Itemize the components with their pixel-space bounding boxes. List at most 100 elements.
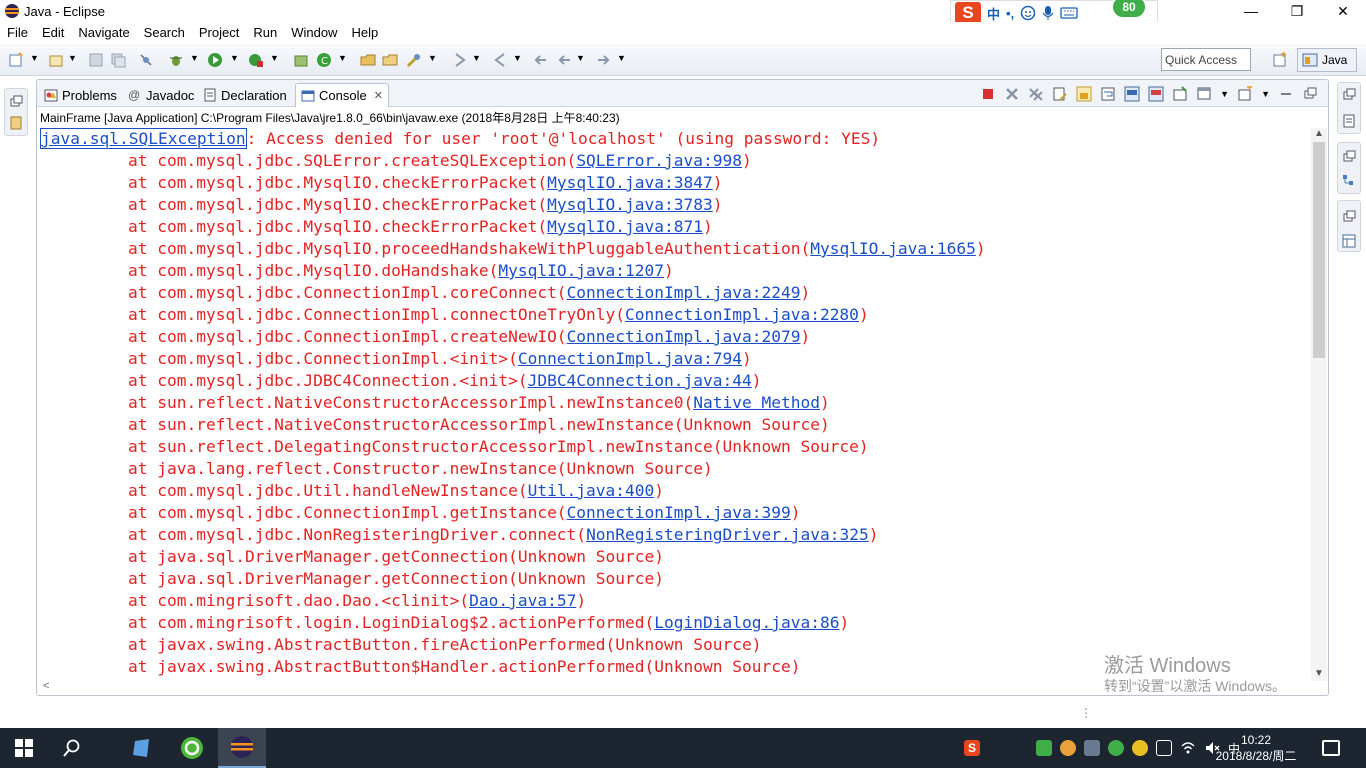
restore-view-icon[interactable] xyxy=(8,94,24,110)
next-annotation-dropdown-icon[interactable]: ▼ xyxy=(472,53,481,63)
menu-search[interactable]: Search xyxy=(137,25,192,40)
open-type-icon[interactable] xyxy=(360,52,376,68)
source-link[interactable]: MysqlIO.java:1665 xyxy=(810,239,976,258)
action-center-icon[interactable] xyxy=(1322,740,1340,756)
task-list-icon[interactable] xyxy=(1341,113,1357,129)
debug-icon[interactable] xyxy=(168,52,184,68)
scroll-down-icon[interactable]: ▼ xyxy=(1314,668,1324,679)
chrome-tray-icon[interactable] xyxy=(1060,740,1076,756)
taskbar-app-note[interactable] xyxy=(118,728,166,768)
minimize-button[interactable]: — xyxy=(1228,0,1274,22)
forward-icon[interactable] xyxy=(596,52,612,68)
source-link[interactable]: ConnectionImpl.java:2280 xyxy=(625,305,859,324)
previous-annotation-dropdown-icon[interactable]: ▼ xyxy=(513,53,522,63)
security-tray-icon[interactable] xyxy=(1036,740,1052,756)
restore-view-icon[interactable] xyxy=(1341,209,1357,225)
source-link[interactable]: LoginDialog.java:86 xyxy=(654,613,839,632)
menu-navigate[interactable]: Navigate xyxy=(71,25,136,40)
skip-breakpoints-icon[interactable] xyxy=(138,52,154,68)
ime-language-toggle[interactable]: 中 xyxy=(987,4,1000,23)
taskbar-app-eclipse[interactable] xyxy=(218,728,266,768)
microphone-icon[interactable] xyxy=(1042,5,1054,21)
next-annotation-icon[interactable] xyxy=(452,52,468,68)
close-icon[interactable]: ✕ xyxy=(374,89,383,102)
save-all-icon[interactable] xyxy=(110,52,126,68)
debug-dropdown-icon[interactable]: ▼ xyxy=(190,53,199,63)
taskbar-app-360[interactable] xyxy=(168,728,216,768)
run-external-tools-icon[interactable] xyxy=(248,52,264,68)
source-link[interactable]: ConnectionImpl.java:2249 xyxy=(567,283,801,302)
pin-console-icon[interactable] xyxy=(1172,86,1188,102)
new-package-icon[interactable] xyxy=(48,52,64,68)
remove-launch-icon[interactable] xyxy=(1004,86,1020,102)
new-class-dropdown-icon[interactable]: ▼ xyxy=(338,53,347,63)
source-link[interactable]: JDBC4Connection.java:44 xyxy=(528,371,752,390)
new-java-project-icon[interactable] xyxy=(293,52,309,68)
new-class-icon[interactable]: C xyxy=(316,52,332,68)
wifi-icon[interactable] xyxy=(1180,740,1196,756)
open-task-icon[interactable] xyxy=(382,52,398,68)
source-link[interactable]: Native Method xyxy=(693,393,820,412)
save-icon[interactable] xyxy=(88,52,104,68)
start-button[interactable] xyxy=(0,728,48,768)
vertical-scrollbar[interactable]: ▲ ▼ xyxy=(1311,128,1327,681)
display-console-dropdown-icon[interactable]: ▼ xyxy=(1220,89,1229,99)
search-dropdown-icon[interactable]: ▼ xyxy=(428,53,437,63)
open-perspective-icon[interactable] xyxy=(1272,52,1288,68)
right-minimized-stack-top[interactable] xyxy=(1337,82,1361,134)
update-tray-icon[interactable] xyxy=(1132,740,1148,756)
restore-button[interactable]: ❐ xyxy=(1274,0,1320,22)
menu-window[interactable]: Window xyxy=(284,25,344,40)
maximize-view-icon[interactable] xyxy=(1302,86,1318,102)
close-button[interactable]: ✕ xyxy=(1320,0,1366,22)
menu-help[interactable]: Help xyxy=(344,25,385,40)
ime-badge[interactable]: 80 xyxy=(1111,0,1147,19)
previous-annotation-icon[interactable] xyxy=(492,52,508,68)
package-explorer-icon[interactable] xyxy=(8,115,24,131)
remove-all-terminated-icon[interactable] xyxy=(1028,86,1044,102)
source-link[interactable]: Dao.java:57 xyxy=(469,591,576,610)
sogou-tray-icon[interactable]: S xyxy=(964,740,980,756)
java-perspective-button[interactable]: Java xyxy=(1297,48,1357,72)
tab-javadoc[interactable]: @ Javadoc xyxy=(123,83,199,107)
open-console-dropdown-icon[interactable]: ▼ xyxy=(1261,89,1270,99)
source-link[interactable]: SQLError.java:998 xyxy=(576,151,742,170)
source-link[interactable]: ConnectionImpl.java:399 xyxy=(567,503,791,522)
restore-view-icon[interactable] xyxy=(1341,87,1357,103)
run-icon[interactable] xyxy=(207,52,223,68)
external-tools-dropdown-icon[interactable]: ▼ xyxy=(270,53,279,63)
source-link[interactable]: Util.java:400 xyxy=(528,481,655,500)
new-package-dropdown-icon[interactable]: ▼ xyxy=(68,53,77,63)
tab-problems[interactable]: Problems xyxy=(39,83,122,107)
scroll-up-icon[interactable]: ▲ xyxy=(1314,128,1324,139)
tab-console[interactable]: Console ✕ xyxy=(295,83,389,107)
source-link[interactable]: ConnectionImpl.java:2079 xyxy=(567,327,801,346)
source-link[interactable]: ConnectionImpl.java:794 xyxy=(518,349,742,368)
clear-console-icon[interactable] xyxy=(1052,86,1068,102)
sogou-icon[interactable]: S xyxy=(955,2,981,24)
menu-file[interactable]: File xyxy=(0,25,35,40)
source-link[interactable]: MysqlIO.java:3847 xyxy=(547,173,713,192)
menu-edit[interactable]: Edit xyxy=(35,25,71,40)
last-edit-icon[interactable] xyxy=(532,52,548,68)
right-minimized-stack-middle[interactable] xyxy=(1337,142,1361,194)
source-link[interactable]: MysqlIO.java:3783 xyxy=(547,195,713,214)
new-dropdown-icon[interactable]: ▼ xyxy=(30,53,39,63)
scroll-lock-icon[interactable] xyxy=(1076,86,1092,102)
outline-icon[interactable] xyxy=(1341,173,1357,189)
scroll-thumb[interactable] xyxy=(1313,142,1325,358)
ime-punctuation-toggle[interactable]: •, xyxy=(1006,6,1014,21)
forward-dropdown-icon[interactable]: ▼ xyxy=(617,53,626,63)
right-minimized-stack-bottom[interactable] xyxy=(1337,200,1361,252)
open-console-icon[interactable] xyxy=(1237,86,1253,102)
search-icon[interactable] xyxy=(406,52,422,68)
scroll-left-icon[interactable]: < xyxy=(43,680,49,692)
tools-tray-icon[interactable] xyxy=(1084,740,1100,756)
minimize-view-icon[interactable] xyxy=(1278,86,1294,102)
keyboard-icon[interactable] xyxy=(1060,6,1078,20)
menu-run[interactable]: Run xyxy=(246,25,284,40)
protection-tray-icon[interactable] xyxy=(1108,740,1124,756)
source-link[interactable]: NonRegisteringDriver.java:325 xyxy=(586,525,869,544)
left-minimized-stack[interactable] xyxy=(4,88,28,136)
menu-project[interactable]: Project xyxy=(192,25,246,40)
